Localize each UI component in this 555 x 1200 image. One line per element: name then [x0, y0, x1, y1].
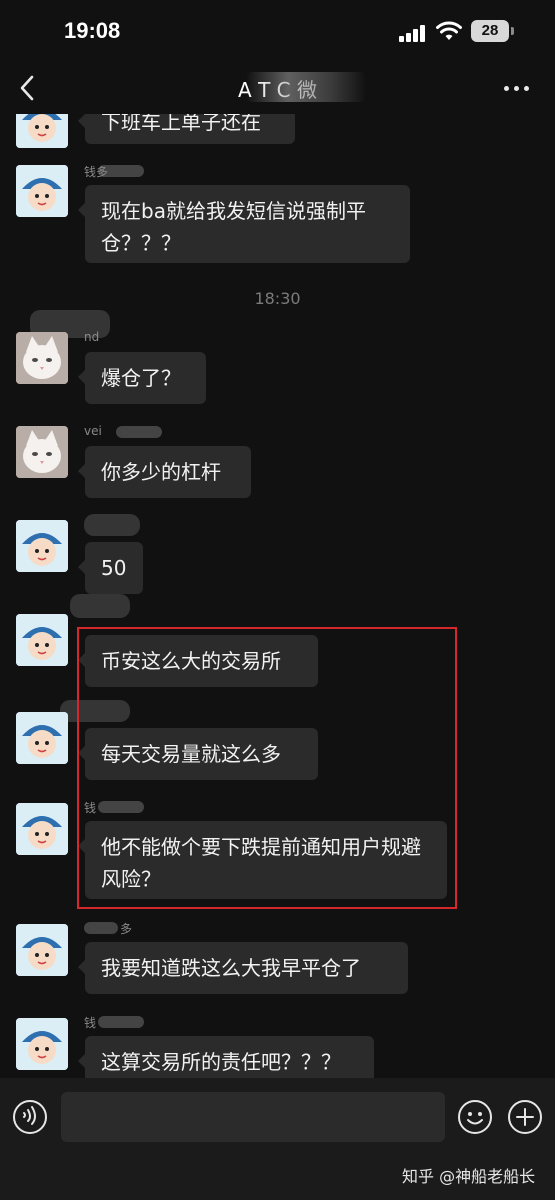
signal-bars-icon [399, 24, 429, 42]
message-bubble[interactable]: 你多少的杠杆 [78, 446, 251, 498]
sender-redaction [98, 801, 144, 813]
sender-name: vei [84, 424, 102, 438]
message-bubble[interactable]: 每天交易量就这么多 [78, 728, 318, 780]
chevron-left-icon[interactable] [14, 72, 44, 104]
sender-name: 钱 [84, 1016, 97, 1030]
sender-redaction [98, 165, 144, 177]
avatar[interactable] [16, 520, 68, 572]
avatar[interactable] [16, 332, 68, 384]
avatar[interactable] [16, 1018, 68, 1070]
message-bubble[interactable]: 我要知道跌这么大我早平仓了 [78, 942, 408, 994]
sender-name: 多 [120, 922, 133, 936]
battery-tip [511, 27, 514, 35]
watermark: 知乎 @神船老船长 [402, 1167, 536, 1186]
avatar[interactable] [16, 803, 68, 855]
plus-icon[interactable] [507, 1099, 543, 1135]
message-bubble[interactable]: 现在ba就给我发短信说强制平仓？？？ [78, 185, 410, 263]
avatar[interactable] [16, 614, 68, 666]
emoji-icon[interactable] [457, 1099, 493, 1135]
sender-redaction [84, 922, 118, 934]
sender-redaction [60, 700, 130, 722]
title-redaction [246, 72, 366, 102]
message-bubble[interactable]: 他不能做个要下跌提前通知用户规避风险？ [78, 821, 447, 899]
wifi-icon [436, 21, 462, 40]
status-bar: 19:08 28 [0, 0, 555, 62]
battery-indicator: 28 [471, 20, 509, 42]
message-input[interactable] [61, 1092, 445, 1142]
more-dots-icon[interactable] [502, 74, 532, 102]
sender-name: nd [84, 330, 100, 344]
timestamp: 18:30 [254, 289, 301, 308]
status-time: 19:08 [64, 18, 121, 43]
avatar[interactable] [16, 165, 68, 217]
message-bubble[interactable]: 币安这么大的交易所 [78, 635, 318, 687]
avatar[interactable] [16, 426, 68, 478]
sender-redaction [84, 514, 140, 536]
sender-redaction [116, 426, 162, 438]
message-bubble[interactable]: 爆仓了？ [78, 352, 206, 404]
chat-header: A T C 微 [0, 62, 555, 114]
voice-icon[interactable] [12, 1099, 48, 1135]
message-bubble[interactable]: 50 [78, 542, 143, 594]
avatar[interactable] [16, 712, 68, 764]
sender-name: 钱 [84, 801, 97, 815]
sender-redaction [98, 1016, 144, 1028]
sender-redaction [70, 594, 130, 618]
avatar[interactable] [16, 924, 68, 976]
